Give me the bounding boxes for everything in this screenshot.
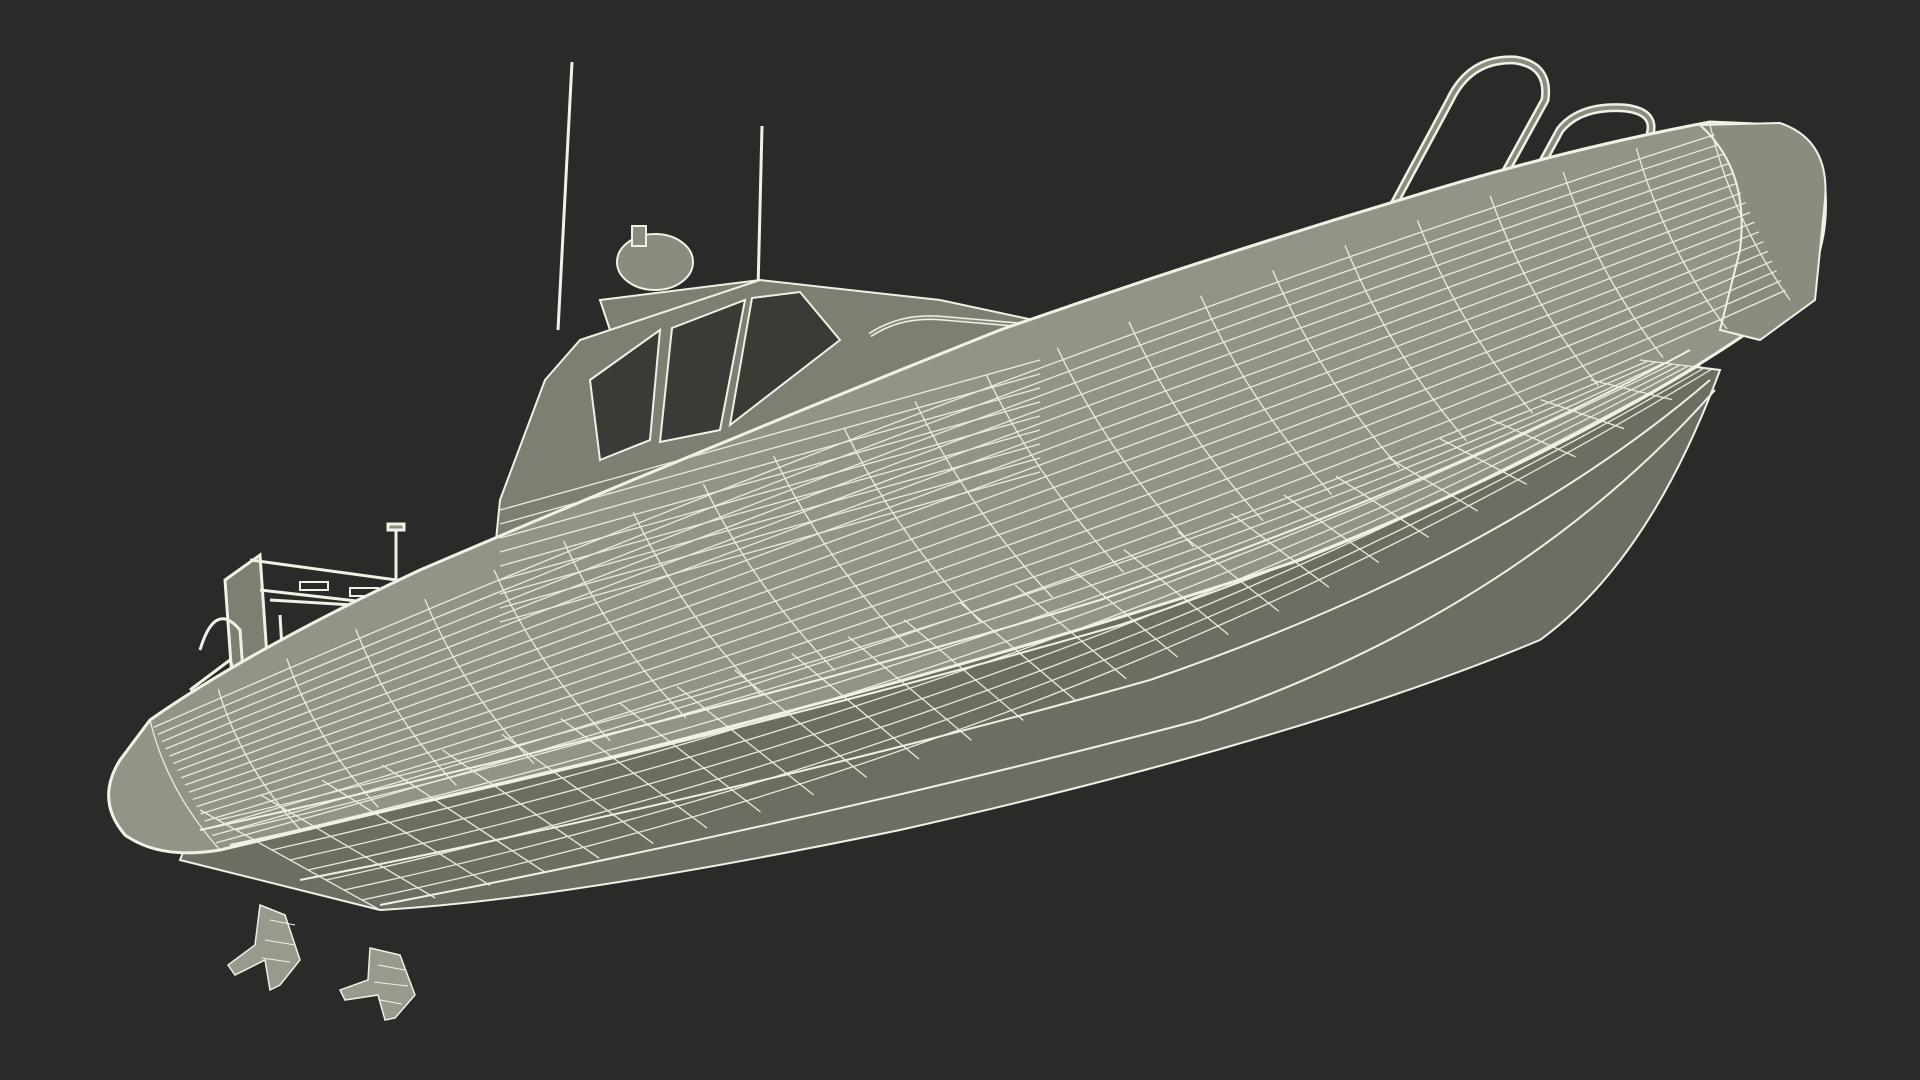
mast-stern-cap — [386, 522, 406, 532]
render-viewport — [0, 0, 1920, 1080]
boat-wireframe-render — [0, 0, 1920, 1080]
